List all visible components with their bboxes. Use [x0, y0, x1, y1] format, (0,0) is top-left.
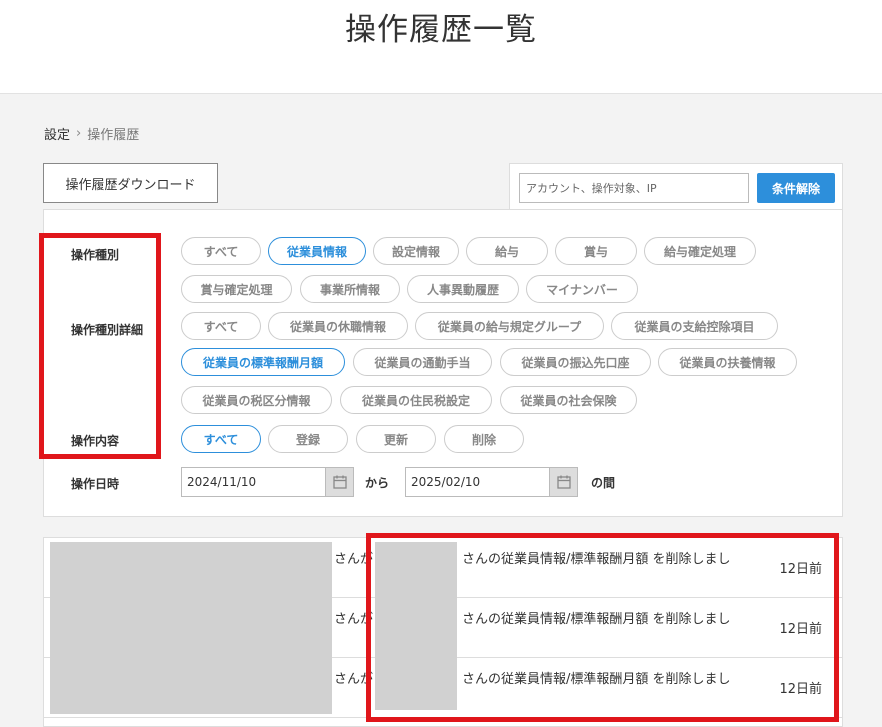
chip-detail-payment-items[interactable]: 従業員の支給控除項目	[611, 312, 778, 340]
date-range-suffix: の間	[591, 476, 616, 490]
date-from-field[interactable]: 2024/11/10	[181, 467, 354, 497]
download-history-button[interactable]: 操作履歴ダウンロード	[43, 163, 218, 203]
breadcrumb: 設定 › 操作履歴	[44, 124, 139, 143]
chip-op-type-personnel[interactable]: 人事異動履歴	[407, 275, 519, 303]
header: 操作履歴一覧	[0, 0, 882, 94]
label-op-date: 操作日時	[71, 477, 120, 491]
chip-op-type-bonus-confirm[interactable]: 賞与確定処理	[181, 275, 292, 303]
chip-detail-social-insurance[interactable]: 従業員の社会保険	[500, 386, 637, 414]
date-to-value: 2025/02/10	[411, 475, 481, 489]
chip-op-type-mynumber[interactable]: マイナンバー	[526, 275, 638, 303]
chip-detail-leave[interactable]: 従業員の休職情報	[268, 312, 408, 340]
chevron-right-icon: ›	[76, 126, 82, 141]
chip-content-register[interactable]: 登録	[268, 425, 348, 453]
breadcrumb-current: 操作履歴	[87, 128, 140, 143]
chip-detail-all[interactable]: すべて	[181, 312, 261, 340]
chip-content-delete[interactable]: 削除	[444, 425, 524, 453]
chip-content-all[interactable]: すべて	[181, 425, 261, 453]
chip-detail-tax-class[interactable]: 従業員の税区分情報	[181, 386, 332, 414]
date-from-separator: から	[365, 476, 390, 490]
chip-content-update[interactable]: 更新	[356, 425, 436, 453]
highlight-history-rows	[366, 533, 839, 722]
chip-detail-commute[interactable]: 従業員の通勤手当	[353, 348, 492, 376]
redacted-actor-block	[50, 542, 332, 714]
chip-op-type-all[interactable]: すべて	[181, 237, 261, 265]
filter-panel: 操作種別 操作種別詳細 操作内容 操作日時 すべて 従業員情報 設定情報 給与 …	[43, 209, 843, 517]
page-title: 操作履歴一覧	[345, 12, 537, 48]
chip-op-type-salary[interactable]: 給与	[466, 237, 548, 265]
chip-op-type-employee[interactable]: 従業員情報	[268, 237, 366, 265]
chip-detail-bank[interactable]: 従業員の振込先口座	[500, 348, 651, 376]
highlight-filter-labels	[39, 233, 161, 459]
chip-detail-standard-remuneration[interactable]: 従業員の標準報酬月額	[181, 348, 345, 376]
chip-op-type-salary-confirm[interactable]: 給与確定処理	[644, 237, 756, 265]
search-panel: 条件解除	[509, 163, 843, 211]
chip-op-type-bonus[interactable]: 賞与	[555, 237, 637, 265]
clear-filters-button[interactable]: 条件解除	[757, 173, 835, 203]
chip-op-type-settings[interactable]: 設定情報	[373, 237, 459, 265]
date-to-field[interactable]: 2025/02/10	[405, 467, 578, 497]
chip-detail-dependents[interactable]: 従業員の扶養情報	[658, 348, 797, 376]
chip-detail-resident-tax[interactable]: 従業員の住民税設定	[340, 386, 492, 414]
search-input[interactable]	[519, 173, 749, 203]
breadcrumb-parent[interactable]: 設定	[44, 124, 70, 143]
chip-op-type-office[interactable]: 事業所情報	[300, 275, 400, 303]
date-from-value: 2024/11/10	[187, 475, 257, 489]
calendar-icon[interactable]	[325, 468, 353, 496]
chip-detail-salary-group[interactable]: 従業員の給与規定グループ	[415, 312, 604, 340]
calendar-icon[interactable]	[549, 468, 577, 496]
